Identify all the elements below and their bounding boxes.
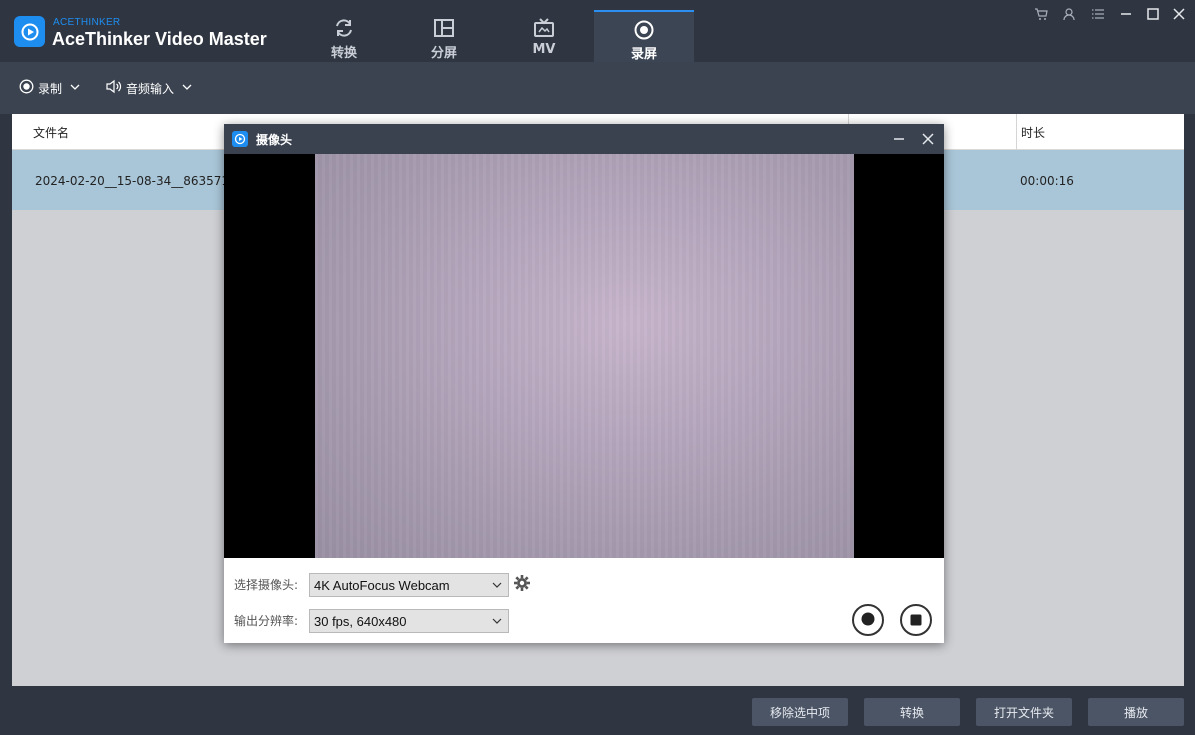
tab-label: 转换 [330,46,357,61]
close-icon[interactable] [1170,5,1188,23]
menu-icon[interactable] [1089,5,1107,23]
cart-icon[interactable] [1032,5,1050,23]
app-title: AceThinker Video Master [52,29,267,49]
dialog-title-bar: 摄像头 [224,124,944,154]
tv-icon [533,16,555,40]
app-logo-icon [14,16,45,47]
row-duration: 00:00:16 [1020,174,1074,188]
split-screen-icon [433,16,455,40]
record-icon [633,18,655,41]
brand-small: ACETHINKER [53,17,121,28]
camera-preview [224,154,944,558]
stop-square-icon [910,611,922,630]
camera-select-value: 4K AutoFocus Webcam [314,577,450,593]
tab-screen-record[interactable]: 录屏 [594,10,694,62]
resolution-select-value: 30 fps, 640x480 [314,613,407,629]
record-label: 录制 [38,81,63,96]
column-header-duration[interactable]: 时长 [1021,124,1045,141]
open-folder-button[interactable]: 打开文件夹 [976,698,1072,726]
record-dropdown[interactable]: 录制 [19,79,80,97]
convert-button[interactable]: 转换 [864,698,960,726]
refresh-icon [333,16,355,40]
column-divider[interactable] [1016,114,1017,150]
column-header-filename[interactable]: 文件名 [33,124,69,141]
camera-dialog: 摄像头 选择摄像头: 4K AutoFocus Webcam 输出分辨率: 30… [224,124,944,643]
minimize-icon[interactable] [890,130,908,148]
tab-label: 分屏 [430,46,457,61]
stop-record-button[interactable] [900,604,932,636]
user-icon[interactable] [1060,5,1078,23]
remove-selected-button[interactable]: 移除选中项 [752,698,848,726]
gear-icon[interactable] [513,574,531,592]
resolution-select-label: 输出分辨率: [234,614,299,628]
chevron-down-icon [182,81,192,95]
chevron-down-icon [490,614,504,628]
resolution-select[interactable]: 30 fps, 640x480 [309,609,509,633]
tab-label: MV [532,42,556,57]
webcam-feed [315,154,854,558]
audio-input-dropdown[interactable]: 音频输入 [106,79,192,97]
tab-split-screen[interactable]: 分屏 [394,10,494,62]
close-icon[interactable] [919,130,937,148]
chevron-down-icon [490,578,504,592]
title-bar: ACETHINKER AceThinker Video Master 转换 分屏… [0,0,1195,62]
tab-mv[interactable]: MV [494,10,594,62]
minimize-icon[interactable] [1117,5,1135,23]
camera-select[interactable]: 4K AutoFocus Webcam [309,573,509,597]
toolbar: 录制 音频输入 [0,62,1195,114]
speaker-icon [106,79,122,97]
tab-convert[interactable]: 转换 [294,10,394,62]
play-button[interactable]: 播放 [1088,698,1184,726]
dialog-title: 摄像头 [256,133,293,147]
record-radio-icon [19,79,34,97]
record-dot-icon [861,611,875,630]
tab-label: 录屏 [630,47,657,62]
maximize-icon[interactable] [1144,5,1162,23]
chevron-down-icon [70,81,80,95]
camera-select-label: 选择摄像头: [234,578,299,592]
app-logo-icon [232,131,248,147]
start-record-button[interactable] [852,604,884,636]
bottom-bar: 移除选中项 转换 打开文件夹 播放 [0,686,1195,735]
audio-input-label: 音频输入 [126,81,175,96]
row-filename: 2024-02-20__15-08-34__8635715 [35,174,237,188]
